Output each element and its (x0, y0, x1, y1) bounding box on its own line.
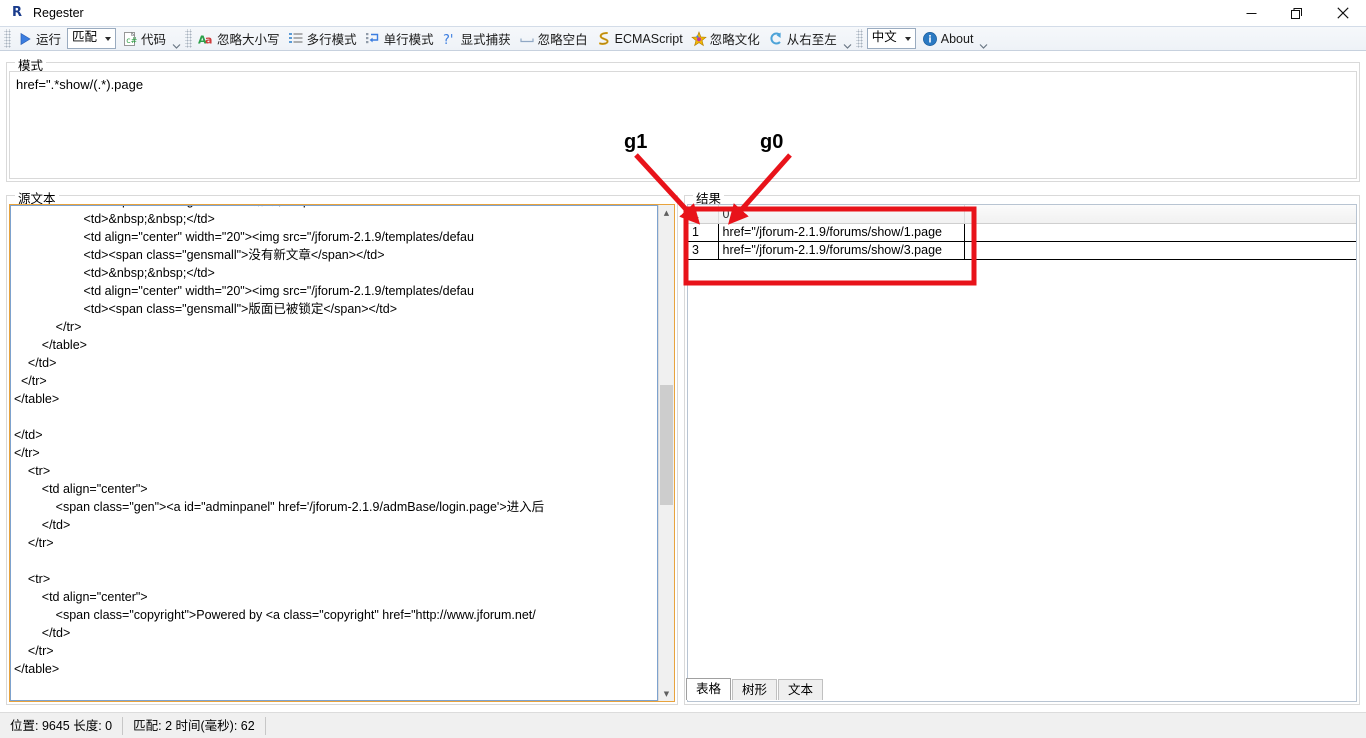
toolbar-overflow-3[interactable] (978, 32, 989, 50)
table-header-row: 1 0 (688, 205, 1356, 224)
language-combobox-value: 中文 (871, 30, 897, 44)
svg-text:c#: c# (126, 36, 137, 45)
case-letters-icon: A a (198, 33, 212, 46)
result-grid[interactable]: 1 0 1 href="/jforum-2.1.9/forums/show/1.… (687, 204, 1357, 702)
source-text-panel: 源文本 <td><span class="gensmall">新文章</span… (6, 188, 678, 705)
explicit-capture-toggle[interactable]: ?' 显式捕获 (438, 28, 515, 49)
minimize-button[interactable] (1228, 0, 1274, 26)
lines-icon (288, 32, 303, 43)
about-button[interactable]: About (918, 28, 978, 49)
info-icon (922, 31, 937, 46)
underscore-icon (520, 38, 534, 42)
chevron-down-icon (979, 43, 988, 49)
pattern-panel: 模式 href=".*show/(.*).page (6, 55, 1360, 182)
restore-icon (1290, 7, 1302, 19)
table-row[interactable]: 3 href="/jforum-2.1.9/forums/show/3.page (688, 241, 1356, 260)
source-text-editor[interactable]: <td><span class="gensmall">新文章</span></t… (9, 204, 675, 702)
scroll-up-icon[interactable]: ▲ (659, 205, 674, 220)
close-icon (1337, 7, 1349, 19)
tab-tree-view[interactable]: 树形 (732, 679, 778, 700)
toolbar-grip-1[interactable] (4, 29, 11, 48)
rtl-label: 从右至左 (786, 33, 837, 47)
status-match: 匹配: 2 时间(毫秒): 62 (123, 716, 266, 735)
table-row[interactable]: 1 href="/jforum-2.1.9/forums/show/1.page (688, 223, 1356, 242)
result-view-tabs: 表格 树形 文本 (686, 678, 824, 700)
result-panel: 结果 1 0 1 href="/jforum-2.1.9/forums/show… (684, 188, 1360, 705)
ecmascript-toggle[interactable]: ECMAScript (592, 28, 687, 49)
window-title: Regester (33, 6, 84, 20)
question-mark-icon: ?' (443, 33, 453, 47)
star-icon (690, 30, 707, 46)
chevron-down-icon (843, 43, 852, 49)
ignore-whitespace-label: 忽略空白 (537, 33, 588, 47)
row-index: 1 (688, 223, 719, 242)
ignore-case-toggle[interactable]: A a 忽略大小写 (194, 28, 284, 49)
ignore-culture-toggle[interactable]: 忽略文化 (687, 28, 764, 49)
maximize-button[interactable] (1274, 0, 1320, 26)
row-index: 3 (688, 241, 719, 260)
wrap-arrow-icon (365, 32, 378, 43)
ecmascript-label: ECMAScript (614, 31, 683, 46)
run-button-label: 运行 (36, 33, 62, 47)
pattern-input[interactable]: href=".*show/(.*).page (9, 71, 1357, 179)
row-group0-value: href="/jforum-2.1.9/forums/show/1.page (718, 223, 965, 242)
pattern-input-value: href=".*show/(.*).page (16, 77, 144, 92)
window-controls (1228, 0, 1366, 26)
svg-text:?': ?' (443, 33, 453, 47)
scroll-down-icon[interactable]: ▼ (659, 686, 674, 701)
app-icon: R (11, 5, 22, 20)
mode-combobox[interactable]: 匹配 (67, 28, 117, 49)
window-titlebar: R Regester (0, 0, 1366, 26)
row-group0-value: href="/jforum-2.1.9/forums/show/3.page (718, 241, 965, 260)
minimize-icon (1246, 12, 1256, 14)
code-button[interactable]: c# 代码 (118, 28, 170, 49)
rtl-toggle[interactable]: 从右至左 (764, 28, 841, 49)
toolbar-overflow-1[interactable] (171, 32, 182, 50)
singleline-toggle[interactable]: 单行模式 (361, 28, 438, 49)
toolbar-overflow-2[interactable] (842, 32, 853, 50)
row-filler (964, 223, 1356, 242)
rtl-arrow-icon (770, 32, 781, 44)
tab-table-view[interactable]: 表格 (686, 678, 732, 700)
svg-text:a: a (205, 33, 212, 46)
result-table: 1 0 1 href="/jforum-2.1.9/forums/show/1.… (688, 205, 1356, 260)
source-text-scrollbar[interactable]: ▲ ▼ (658, 205, 674, 701)
column-header-filler (964, 205, 1356, 224)
chevron-down-icon[interactable] (101, 29, 116, 48)
row-filler (964, 241, 1356, 260)
about-button-label: About (940, 31, 974, 46)
column-header-index[interactable]: 1 (688, 205, 719, 224)
source-text-content: <td><span class="gensmall">新文章</span></t… (14, 206, 545, 676)
code-document-icon: c# (124, 31, 138, 46)
ignore-culture-label: 忽略文化 (709, 33, 760, 47)
ignore-whitespace-toggle[interactable]: 忽略空白 (515, 28, 592, 49)
code-button-label: 代码 (141, 33, 167, 47)
toolbar-grip-3[interactable] (855, 29, 863, 48)
main-toolbar: 运行 匹配 c# 代码 A a 忽略大小写 多行模式 单行模式 ?' 显式捕获 … (0, 26, 1366, 51)
chevron-down-icon[interactable] (900, 29, 915, 48)
tab-text-view[interactable]: 文本 (778, 679, 824, 700)
status-position: 位置: 9645 长度: 0 (0, 716, 124, 735)
source-text-viewport[interactable]: <td><span class="gensmall">新文章</span></t… (10, 205, 658, 701)
explicit-capture-label: 显式捕获 (460, 33, 511, 47)
column-header-group0[interactable]: 0 (718, 205, 965, 224)
mode-combobox-value: 匹配 (72, 30, 98, 44)
ignore-case-label: 忽略大小写 (217, 33, 280, 47)
ecmascript-icon (598, 31, 609, 45)
multiline-label: 多行模式 (306, 33, 357, 47)
scrollbar-thumb[interactable] (660, 385, 673, 505)
language-combobox[interactable]: 中文 (866, 28, 916, 49)
singleline-label: 单行模式 (383, 33, 434, 47)
multiline-toggle[interactable]: 多行模式 (284, 28, 361, 49)
status-bar: 位置: 9645 长度: 0 匹配: 2 时间(毫秒): 62 (0, 712, 1366, 738)
close-button[interactable] (1320, 0, 1366, 26)
toolbar-grip-2[interactable] (185, 29, 193, 48)
chevron-down-icon (172, 43, 181, 49)
run-button[interactable]: 运行 (13, 28, 65, 49)
play-icon (20, 32, 31, 45)
